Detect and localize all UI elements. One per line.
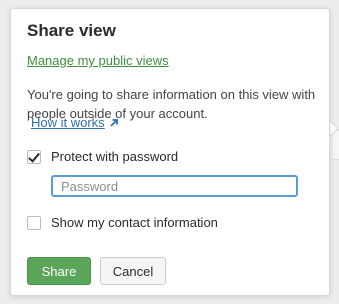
manage-public-views-link[interactable]: Manage my public views [27, 53, 169, 68]
show-contact-checkbox[interactable] [27, 215, 41, 230]
external-link-arrow-icon [110, 118, 118, 127]
protect-password-label: Protect with password [51, 149, 179, 164]
protect-password-checkbox[interactable] [27, 149, 41, 164]
share-button[interactable]: Share [27, 257, 91, 285]
how-it-works-label: How it works [31, 115, 105, 130]
background-panel-edge [333, 130, 339, 160]
share-view-popover: Share view Manage my public views You're… [10, 8, 330, 296]
show-contact-label: Show my contact information [51, 215, 218, 230]
how-it-works-link[interactable]: How it works [31, 115, 119, 130]
checkmark-icon [28, 149, 40, 163]
cancel-button[interactable]: Cancel [100, 257, 166, 285]
popover-title: Share view [27, 21, 116, 40]
screen: Share view Manage my public views You're… [0, 0, 339, 304]
password-input[interactable] [51, 175, 298, 197]
show-contact-option[interactable]: Show my contact information [27, 215, 218, 230]
protect-password-option[interactable]: Protect with password [27, 149, 178, 164]
